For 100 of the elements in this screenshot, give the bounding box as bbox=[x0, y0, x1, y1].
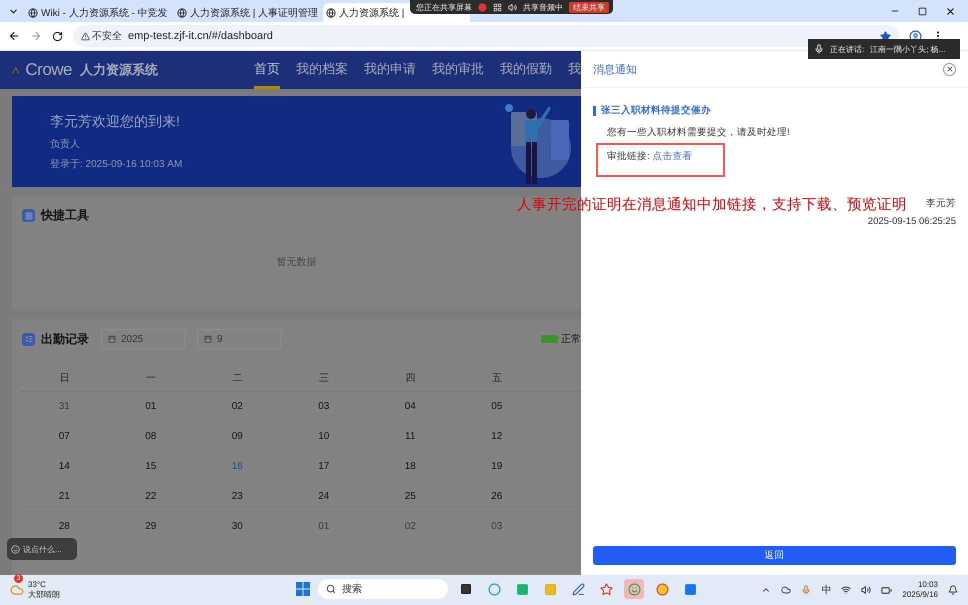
year-select[interactable]: 2025 bbox=[101, 329, 185, 349]
input-method[interactable]: 中 bbox=[821, 583, 832, 597]
month-select[interactable]: 9 bbox=[197, 329, 281, 349]
calendar-day[interactable]: 31 bbox=[58, 401, 70, 412]
nav-tab[interactable]: 首页 bbox=[254, 51, 280, 89]
battery-icon[interactable] bbox=[881, 584, 892, 596]
weekday-header: 二 bbox=[194, 365, 280, 392]
login-time: 登录于: 2025-09-16 10:03 AM bbox=[50, 158, 184, 170]
url-text: emp-test.zjf-it.cn/#/dashboard bbox=[128, 30, 273, 42]
browser-tab[interactable]: Wiki - 人力资源系统 - 中竞发 bbox=[25, 3, 172, 22]
search-icon bbox=[326, 584, 336, 594]
calendar-day[interactable]: 19 bbox=[491, 461, 502, 472]
calendar-day[interactable]: 28 bbox=[58, 521, 70, 532]
calendar-day[interactable]: 07 bbox=[58, 431, 70, 442]
weekday-header: 三 bbox=[280, 365, 367, 392]
smiley-icon bbox=[11, 544, 20, 554]
calendar-day[interactable]: 02 bbox=[232, 401, 243, 412]
wifi-icon[interactable] bbox=[841, 585, 852, 595]
calendar-day[interactable]: 26 bbox=[491, 491, 502, 502]
notification-icon[interactable] bbox=[948, 585, 958, 595]
weekday-header: 日 bbox=[21, 365, 108, 392]
clock[interactable]: 10:03 2025/9/16 bbox=[902, 580, 938, 600]
restore-icon[interactable] bbox=[918, 6, 927, 16]
weekday-header: 一 bbox=[108, 365, 194, 392]
empty-text: 暂无数据 bbox=[276, 256, 316, 268]
welcome-text: 李元芳欢迎您的到来! bbox=[50, 112, 181, 130]
audio-icon bbox=[508, 2, 517, 12]
card-title: 快捷工具 bbox=[41, 207, 89, 224]
start-icon[interactable] bbox=[296, 582, 310, 596]
calendar-day[interactable]: 17 bbox=[318, 461, 330, 472]
stop-share-button[interactable]: 结束共享 bbox=[569, 2, 609, 12]
browser-tab[interactable]: 人力资源系统 | 人事证明管理 bbox=[174, 3, 321, 22]
microphone-icon[interactable] bbox=[801, 585, 812, 595]
calendar-day[interactable]: 22 bbox=[145, 491, 156, 502]
volume-icon[interactable] bbox=[861, 585, 872, 595]
chat-icon[interactable] bbox=[624, 579, 644, 599]
calendar-day[interactable]: 08 bbox=[145, 431, 156, 442]
calendar-icon bbox=[204, 335, 212, 343]
close-icon[interactable] bbox=[945, 6, 956, 16]
calendar-day[interactable]: 04 bbox=[404, 401, 416, 412]
forward-icon[interactable] bbox=[30, 30, 42, 42]
calendar-day[interactable]: 21 bbox=[58, 491, 70, 502]
calendar-day[interactable]: 01 bbox=[318, 521, 330, 532]
calendar-day[interactable]: 09 bbox=[232, 431, 243, 442]
nav-tab[interactable]: 我的档案 bbox=[296, 51, 348, 89]
close-icon bbox=[946, 65, 954, 73]
warning-icon bbox=[81, 32, 90, 40]
layout-icon[interactable] bbox=[493, 2, 502, 12]
message-time: 2025-09-15 06:25:25 bbox=[868, 216, 956, 227]
audio-status: 共享音频中 bbox=[523, 2, 563, 12]
reload-icon[interactable] bbox=[52, 30, 63, 42]
nav-tab[interactable]: 我的申请 bbox=[364, 51, 416, 89]
back-button[interactable]: 返回 bbox=[593, 546, 956, 565]
calendar-day[interactable]: 23 bbox=[232, 491, 243, 502]
brand-name: Crowe bbox=[25, 60, 72, 80]
calendar-day[interactable]: 18 bbox=[404, 461, 416, 472]
sender-name: 李元芳 bbox=[926, 197, 956, 210]
calendar-day[interactable]: 30 bbox=[232, 521, 243, 532]
calendar-day[interactable]: 05 bbox=[491, 401, 502, 412]
calendar-day[interactable]: 10 bbox=[318, 431, 330, 442]
calendar-day[interactable]: 25 bbox=[404, 491, 416, 502]
calendar-day[interactable]: 15 bbox=[145, 461, 156, 472]
message-body: 您有一些入职材料需要提交，请及时处理! bbox=[607, 126, 791, 139]
record-icon[interactable] bbox=[478, 2, 487, 12]
security-label[interactable]: 不安全 bbox=[81, 29, 122, 43]
calendar-day[interactable]: 02 bbox=[404, 521, 416, 532]
calendar-day[interactable]: 14 bbox=[58, 461, 70, 472]
calendar-day[interactable]: 29 bbox=[145, 521, 156, 532]
calendar-day[interactable]: 01 bbox=[145, 401, 156, 412]
weekday-header: 五 bbox=[454, 365, 540, 392]
annotation-text: 人事开完的证明在消息通知中加链接，支持下载、预览证明 bbox=[517, 196, 907, 214]
calendar-day[interactable]: 03 bbox=[491, 521, 502, 532]
view-link[interactable]: 点击查看 bbox=[652, 151, 693, 162]
drawer-title: 消息通知 bbox=[593, 62, 637, 76]
message-title: 张三入职材料待提交催办 bbox=[593, 106, 956, 116]
system-name: 人力资源系统 bbox=[80, 61, 158, 79]
taskbar-search[interactable]: 搜索 bbox=[318, 579, 448, 599]
weather-text: 大部晴朗 bbox=[28, 590, 60, 600]
nav-tab[interactable]: 我的假勤 bbox=[500, 51, 552, 89]
globe-icon bbox=[177, 8, 187, 18]
calendar-icon bbox=[108, 335, 116, 343]
grid-icon bbox=[22, 209, 35, 222]
globe-icon bbox=[326, 8, 336, 18]
calendar-day[interactable]: 03 bbox=[318, 401, 330, 412]
close-button[interactable] bbox=[943, 62, 956, 76]
calendar-day[interactable]: 24 bbox=[318, 491, 330, 502]
legend-label: 正常 bbox=[561, 332, 581, 346]
weekday-header: 四 bbox=[367, 365, 454, 392]
address-bar[interactable]: 不安全 emp-test.zjf-it.cn/#/dashboard bbox=[73, 25, 899, 47]
nav-tab[interactable]: 我 bbox=[568, 51, 581, 89]
calendar-day[interactable]: 11 bbox=[405, 431, 416, 442]
chat-bubble[interactable]: 说点什么... bbox=[7, 538, 77, 560]
share-status: 您正在共享屏幕 bbox=[416, 2, 472, 12]
cloud-icon[interactable] bbox=[781, 585, 792, 595]
back-icon[interactable] bbox=[8, 30, 20, 42]
calendar-day[interactable]: 12 bbox=[491, 431, 502, 442]
link-label: 审批链接: bbox=[607, 151, 650, 162]
temperature: 33°C bbox=[28, 580, 47, 590]
nav-tab[interactable]: 我的审批 bbox=[432, 51, 484, 89]
card-title: 出勤记录 bbox=[41, 330, 89, 348]
